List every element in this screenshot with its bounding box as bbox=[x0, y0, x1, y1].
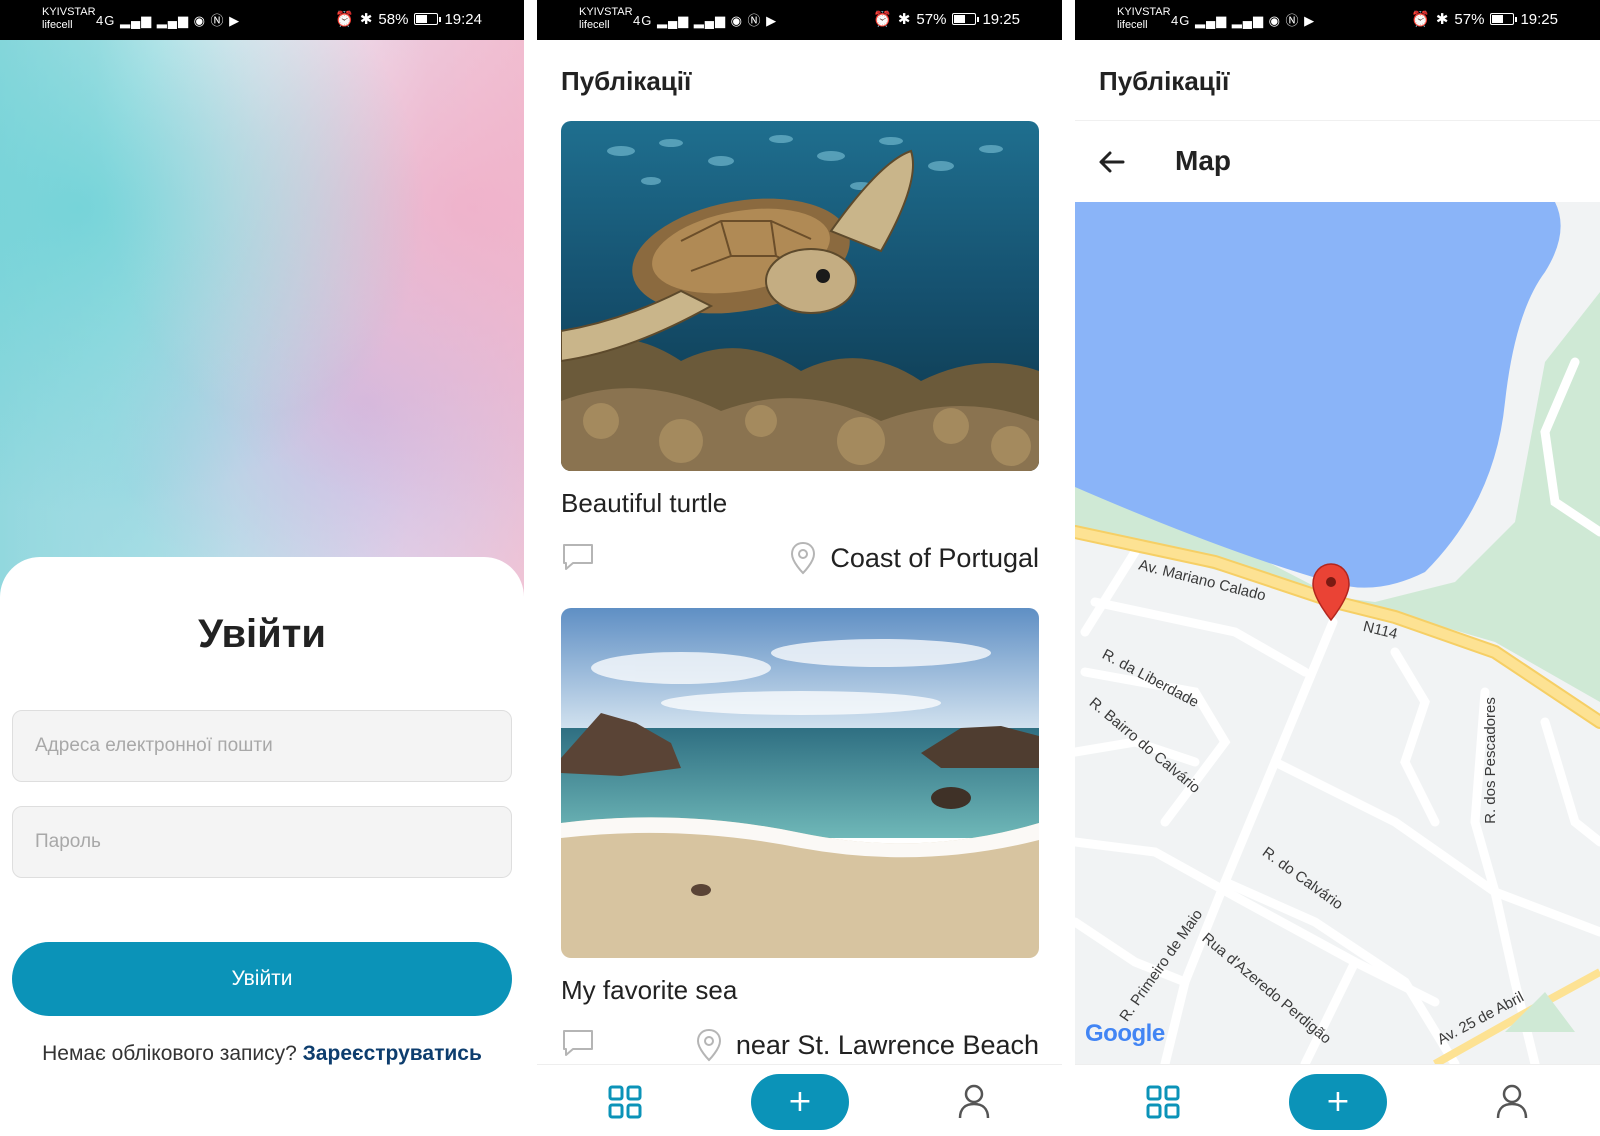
carrier-secondary: lifecell bbox=[42, 19, 73, 31]
post-title[interactable]: Beautiful turtle bbox=[561, 488, 727, 519]
clock: 19:24 bbox=[444, 10, 482, 28]
clock: 19:25 bbox=[1520, 10, 1558, 28]
battery-icon bbox=[952, 13, 980, 25]
status-bar: KYIVSTAR lifecell 4G ▂▄▆ ▂▄▆ ◉ Ⓝ ▶ ⏰ ✱ 5… bbox=[0, 0, 524, 40]
signal-icons: 4G ▂▄▆ ▂▄▆ ◉ Ⓝ ▶ bbox=[96, 13, 241, 28]
feed-screen: KYIVSTAR lifecell 4G ▂▄▆ ▂▄▆ ◉ Ⓝ ▶ ⏰ ✱ 5… bbox=[537, 0, 1062, 1136]
signal-icons: 4G ▂▄▆ ▂▄▆ ◉ Ⓝ ▶ bbox=[1171, 13, 1316, 28]
login-button[interactable]: Увійти bbox=[12, 942, 512, 1016]
login-title: Увійти bbox=[198, 612, 326, 656]
signal-icons: 4G ▂▄▆ ▂▄▆ ◉ Ⓝ ▶ bbox=[633, 13, 778, 28]
google-logo: Google bbox=[1085, 1020, 1165, 1048]
carrier-primary: KYIVSTAR bbox=[42, 6, 96, 18]
turtle-photo bbox=[561, 121, 1039, 471]
post-location: Coast of Portugal bbox=[790, 541, 1039, 575]
bottom-nav: + bbox=[1075, 1064, 1600, 1136]
email-field[interactable] bbox=[12, 710, 512, 782]
carrier-secondary: lifecell bbox=[579, 19, 610, 31]
battery-percent: 58% bbox=[378, 10, 409, 28]
location-pin-icon bbox=[696, 1028, 721, 1062]
google-logo-text: Google bbox=[1085, 1020, 1165, 1047]
clock: 19:25 bbox=[982, 10, 1020, 28]
back-arrow-icon[interactable] bbox=[1097, 147, 1127, 177]
post-image-beach[interactable] bbox=[561, 608, 1039, 958]
post-location: near St. Lawrence Beach bbox=[696, 1028, 1039, 1062]
carrier-label: KYIVSTAR lifecell bbox=[579, 6, 633, 32]
battery-icon bbox=[414, 13, 442, 25]
map-title: Map bbox=[1175, 145, 1231, 176]
post-title[interactable]: My favorite sea bbox=[561, 975, 737, 1006]
bluetooth-icon: ✱ bbox=[897, 11, 911, 28]
register-link[interactable]: Зареєструватись bbox=[303, 1042, 482, 1065]
status-right: ⏰ ✱ 57% 19:25 bbox=[873, 10, 1020, 29]
add-post-button[interactable]: + bbox=[1289, 1074, 1387, 1130]
email-input[interactable] bbox=[13, 711, 511, 781]
battery-icon bbox=[1490, 13, 1518, 25]
carrier-primary: KYIVSTAR bbox=[579, 6, 633, 18]
post-image-turtle[interactable] bbox=[561, 121, 1039, 471]
watercolor-background bbox=[0, 40, 524, 600]
password-input[interactable] bbox=[13, 807, 511, 877]
battery-percent: 57% bbox=[916, 10, 947, 28]
map-screen: KYIVSTAR lifecell 4G ▂▄▆ ▂▄▆ ◉ Ⓝ ▶ ⏰ ✱ 5… bbox=[1075, 0, 1600, 1136]
status-bar: KYIVSTAR lifecell 4G ▂▄▆ ▂▄▆ ◉ Ⓝ ▶ ⏰ ✱ 5… bbox=[1075, 0, 1600, 40]
map-canvas[interactable] bbox=[1075, 202, 1600, 1064]
carrier-secondary: lifecell bbox=[1117, 19, 1148, 31]
carrier-label: KYIVSTAR lifecell bbox=[42, 6, 96, 32]
map-header: Map bbox=[1075, 120, 1600, 202]
carrier-label: KYIVSTAR lifecell bbox=[1117, 6, 1171, 32]
battery-percent: 57% bbox=[1454, 10, 1485, 28]
grid-icon[interactable] bbox=[608, 1085, 642, 1119]
network-type: 4G bbox=[633, 13, 653, 28]
status-right: ⏰ ✱ 57% 19:25 bbox=[1411, 10, 1558, 29]
network-type: 4G bbox=[96, 13, 116, 28]
comment-icon[interactable] bbox=[561, 1028, 595, 1058]
carrier-primary: KYIVSTAR bbox=[1117, 6, 1171, 18]
bottom-nav: + bbox=[537, 1064, 1062, 1136]
alarm-icon: ⏰ bbox=[335, 11, 354, 28]
status-right: ⏰ ✱ 58% 19:24 bbox=[335, 10, 482, 29]
location-text: near St. Lawrence Beach bbox=[735, 1029, 1039, 1060]
comment-icon[interactable] bbox=[561, 542, 595, 572]
grid-icon[interactable] bbox=[1146, 1085, 1180, 1119]
alarm-icon: ⏰ bbox=[1411, 11, 1430, 28]
street-label: R. dos Pescadores bbox=[1481, 697, 1499, 824]
signup-prompt: Немає облікового запису? Зареєструватись bbox=[0, 1042, 524, 1066]
password-field[interactable] bbox=[12, 806, 512, 878]
user-icon[interactable] bbox=[958, 1084, 990, 1120]
location-text: Coast of Portugal bbox=[830, 542, 1039, 573]
location-pin-icon bbox=[791, 541, 816, 575]
page-title: Публікації bbox=[561, 66, 692, 96]
network-type: 4G bbox=[1171, 13, 1191, 28]
map-view[interactable]: Av. Mariano Calado N114 R. da Liberdade … bbox=[1075, 202, 1600, 1064]
user-icon[interactable] bbox=[1496, 1084, 1528, 1120]
beach-photo bbox=[561, 608, 1039, 958]
status-bar: KYIVSTAR lifecell 4G ▂▄▆ ▂▄▆ ◉ Ⓝ ▶ ⏰ ✱ 5… bbox=[537, 0, 1062, 40]
alarm-icon: ⏰ bbox=[873, 11, 892, 28]
page-title: Публікації bbox=[1099, 66, 1230, 96]
bluetooth-icon: ✱ bbox=[359, 11, 373, 28]
add-post-button[interactable]: + bbox=[751, 1074, 849, 1130]
bluetooth-icon: ✱ bbox=[1435, 11, 1449, 28]
login-screen: KYIVSTAR lifecell 4G ▂▄▆ ▂▄▆ ◉ Ⓝ ▶ ⏰ ✱ 5… bbox=[0, 0, 524, 1136]
map-marker-icon[interactable] bbox=[1312, 563, 1350, 622]
no-account-text: Немає облікового запису? bbox=[42, 1042, 297, 1065]
